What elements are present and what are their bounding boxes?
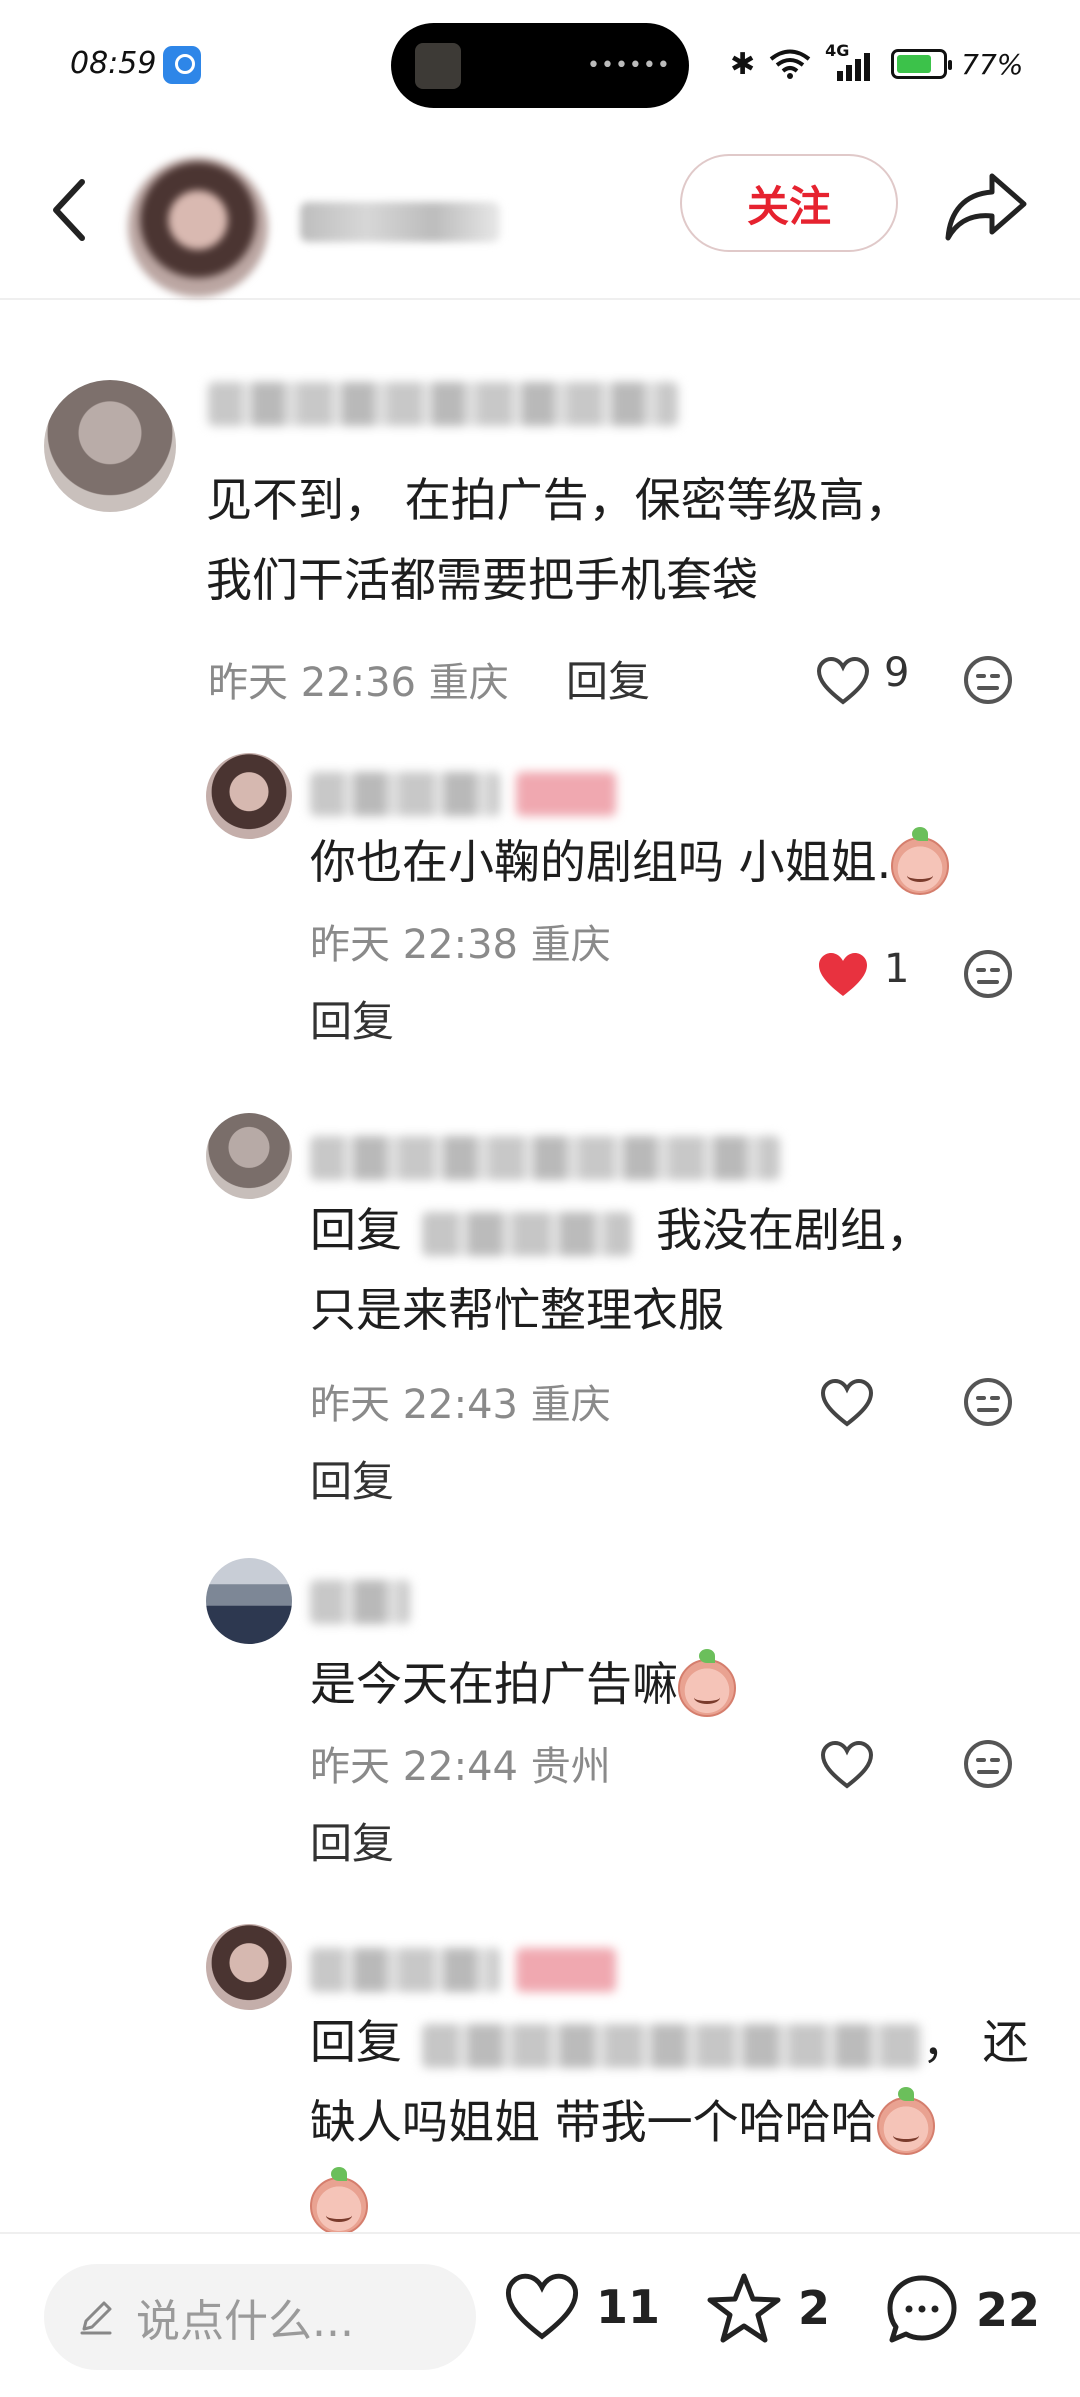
comment-input-placeholder: 说点什么... — [136, 2296, 354, 2347]
comment-text-part: 我没在剧组， — [656, 1203, 932, 1257]
comment-line: 回复 我没在剧组， — [310, 1190, 932, 1270]
comment-line: 我们干活都需要把手机套袋 — [206, 553, 758, 607]
comment-text[interactable]: 见不到， 在拍广告，保密等级高， 我们干活都需要把手机套袋 — [206, 460, 911, 620]
like-heart-icon[interactable] — [820, 1378, 874, 1428]
pencil-icon — [80, 2301, 112, 2335]
comment-text[interactable]: 回复 我没在剧组， 只是来帮忙整理衣服 — [310, 1190, 932, 1350]
reply-prefix: 回复 — [310, 1203, 402, 1257]
dislike-icon[interactable] — [962, 948, 1014, 1000]
comment-location: 贵州 — [530, 1744, 611, 1790]
dislike-icon[interactable] — [962, 1376, 1014, 1428]
like-count: 9 — [884, 650, 910, 696]
commenter-avatar[interactable] — [206, 753, 292, 839]
comment-text-part: ， 还 — [922, 2015, 1029, 2069]
like-action[interactable]: 11 — [504, 2272, 660, 2342]
status-time: 08:59 — [70, 46, 157, 81]
app-notification-icon — [163, 46, 201, 84]
dislike-icon[interactable] — [962, 1738, 1014, 1790]
commenter-avatar[interactable] — [206, 1924, 292, 2010]
commenter-name-blurred[interactable] — [310, 772, 500, 816]
author-avatar[interactable] — [128, 157, 268, 297]
comment-bubble-icon — [887, 2275, 957, 2343]
comment-text[interactable]: 你也在小鞠的剧组吗 小姐姐. — [310, 822, 950, 902]
comment-location: 重庆 — [428, 660, 509, 706]
mention-blurred[interactable] — [422, 1211, 632, 1256]
header: 关注 — [0, 140, 1080, 300]
comment-line: 你也在小鞠的剧组吗 小姐姐. — [310, 835, 892, 889]
comment-meta: 昨天 22:43 重庆 — [310, 1372, 611, 1430]
commenter-name-blurred[interactable] — [208, 382, 678, 426]
comment-text[interactable]: 是今天在拍广告嘛 — [310, 1644, 736, 1724]
author-badge-blurred — [516, 1948, 616, 1992]
reply-button[interactable]: 回复 — [566, 648, 650, 709]
follow-button[interactable]: 关注 — [680, 154, 898, 252]
battery-icon — [891, 49, 953, 79]
reply-prefix: 回复 — [310, 2015, 402, 2069]
commenter-avatar[interactable] — [44, 380, 176, 512]
favorite-total: 2 — [798, 2281, 831, 2335]
commenter-name-blurred[interactable] — [310, 1136, 780, 1180]
comment-text[interactable]: 回复 ， 还 缺人吗姐姐 带我一个哈哈哈 — [310, 2002, 1029, 2242]
comment-location: 重庆 — [530, 1382, 611, 1428]
media-thumbnail — [415, 43, 461, 89]
status-bar: 08:59 •••••• ✱ 4G 77% — [0, 0, 1080, 120]
bottom-action-bar: 说点什么... 11 2 22 — [0, 2232, 1080, 2397]
liked-heart-icon[interactable] — [816, 950, 870, 1000]
like-total: 11 — [596, 2280, 661, 2334]
star-icon — [707, 2273, 781, 2343]
comment-line: 是今天在拍广告嘛 — [310, 1657, 678, 1711]
commenter-name-blurred[interactable] — [310, 1580, 410, 1624]
comment-time: 昨天 22:36 — [208, 660, 416, 706]
peach-emoji-icon — [310, 2166, 368, 2235]
comment-total: 22 — [976, 2283, 1041, 2337]
comment-line: 缺人吗姐姐 带我一个哈哈哈 — [310, 2082, 1029, 2162]
reply-button[interactable]: 回复 — [310, 1810, 394, 1871]
share-icon[interactable] — [940, 162, 1030, 252]
cellular-signal-icon: 4G — [825, 41, 877, 81]
peach-emoji-icon — [876, 2086, 935, 2155]
bluetooth-icon: ✱ — [730, 46, 756, 82]
comment-meta: 昨天 22:36 重庆 — [208, 650, 509, 708]
comment-meta: 昨天 22:44 贵州 — [310, 1734, 611, 1792]
comment-time: 昨天 22:38 — [310, 922, 518, 968]
author-badge-blurred — [516, 772, 616, 816]
like-heart-icon[interactable] — [820, 1740, 874, 1790]
comment-line: 只是来帮忙整理衣服 — [310, 1283, 724, 1337]
media-activity-icon: •••••• — [587, 53, 671, 78]
status-indicators: ✱ 4G 77% — [730, 41, 1024, 84]
peach-emoji-icon — [678, 1648, 736, 1717]
dislike-icon[interactable] — [962, 654, 1014, 706]
reply-button[interactable]: 回复 — [310, 1448, 394, 1509]
commenter-avatar[interactable] — [206, 1558, 292, 1644]
mention-blurred[interactable] — [422, 2023, 922, 2068]
heart-icon — [505, 2273, 579, 2340]
like-heart-icon[interactable] — [816, 656, 870, 706]
favorite-action[interactable]: 2 — [706, 2272, 830, 2344]
author-name-blurred[interactable] — [300, 202, 500, 242]
comment-meta: 昨天 22:38 重庆 — [310, 912, 611, 970]
commenter-avatar[interactable] — [206, 1113, 292, 1199]
reply-button[interactable]: 回复 — [310, 988, 394, 1049]
peach-emoji-icon — [891, 826, 950, 895]
dynamic-island[interactable]: •••••• — [391, 23, 689, 108]
battery-percentage: 77% — [961, 47, 1024, 81]
comment-time: 昨天 22:44 — [310, 1744, 518, 1790]
comment-time: 昨天 22:43 — [310, 1382, 518, 1428]
back-arrow-icon[interactable] — [40, 170, 100, 250]
comment-line — [310, 2162, 1029, 2242]
comment-location: 重庆 — [530, 922, 611, 968]
like-count: 1 — [884, 946, 910, 992]
wifi-icon — [769, 49, 811, 79]
comment-input[interactable]: 说点什么... — [44, 2264, 476, 2370]
comment-action[interactable]: 22 — [884, 2272, 1040, 2348]
comment-line: 回复 ， 还 — [310, 2002, 1029, 2082]
commenter-name-blurred[interactable] — [310, 1948, 500, 1992]
comment-line: 见不到， 在拍广告，保密等级高， — [206, 473, 911, 527]
